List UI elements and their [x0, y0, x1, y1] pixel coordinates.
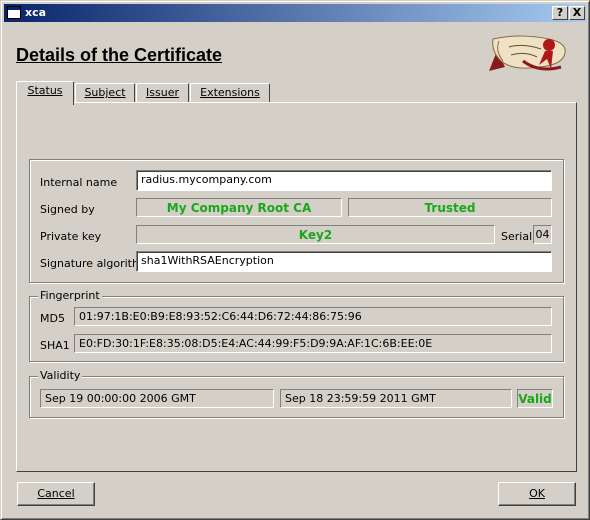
- window-title: xca: [25, 6, 47, 19]
- page-title: Details of the Certificate: [16, 45, 223, 65]
- window-icon: [7, 6, 21, 19]
- internal-name-label: Internal name: [40, 176, 118, 189]
- serial-value: 04: [533, 225, 552, 244]
- trust-status: Trusted: [348, 198, 552, 217]
- tab-issuer[interactable]: Issuer: [136, 83, 189, 103]
- tab-subject-label: Subject: [84, 86, 126, 99]
- sha1-value: E0:FD:30:1F:E8:35:08:D5:E4:AC:44:99:F5:D…: [74, 334, 552, 353]
- tab-extensions[interactable]: Extensions: [190, 83, 270, 103]
- xca-logo: [489, 35, 566, 71]
- tab-issuer-label: Issuer: [146, 86, 179, 99]
- certificate-details-window: xca ? X Details of the Certificate Statu…: [0, 0, 590, 520]
- serial-label: Serial: [501, 230, 533, 243]
- status-tab-panel: Internal name radius.mycompany.com Signe…: [16, 102, 577, 472]
- md5-value: 01:97:1B:E0:B9:E8:93:52:C6:44:D6:72:44:8…: [74, 307, 552, 326]
- tab-subject[interactable]: Subject: [75, 83, 135, 103]
- help-button[interactable]: ?: [552, 6, 568, 20]
- fingerprint-group: Fingerprint MD5 01:97:1B:E0:B9:E8:93:52:…: [29, 289, 564, 362]
- validity-status: Valid: [517, 389, 553, 408]
- internal-name-field[interactable]: radius.mycompany.com: [136, 170, 552, 191]
- signed-by-value: My Company Root CA: [136, 198, 342, 217]
- tab-status-label: Status: [27, 84, 63, 97]
- md5-label: MD5: [40, 312, 65, 325]
- signature-algorithm-label: Signature algorithm: [40, 257, 150, 270]
- title-bar[interactable]: xca ? X: [4, 4, 586, 22]
- private-key-value: Key2: [136, 225, 495, 244]
- details-group: Internal name radius.mycompany.com Signe…: [29, 159, 564, 283]
- validity-group: Validity Sep 19 00:00:00 2006 GMT Sep 18…: [29, 369, 564, 418]
- cancel-button-label: Cancel: [37, 487, 75, 500]
- signature-algorithm-field[interactable]: sha1WithRSAEncryption: [136, 251, 552, 272]
- validity-group-title: Validity: [38, 369, 83, 382]
- cancel-button[interactable]: Cancel: [17, 482, 95, 506]
- ok-button-label: OK: [529, 487, 545, 500]
- close-button[interactable]: X: [569, 6, 585, 20]
- fingerprint-group-title: Fingerprint: [38, 289, 102, 302]
- tab-extensions-label: Extensions: [200, 86, 260, 99]
- signed-by-label: Signed by: [40, 203, 95, 216]
- sha1-label: SHA1: [40, 339, 70, 352]
- ok-button[interactable]: OK: [498, 482, 576, 506]
- not-before-value: Sep 19 00:00:00 2006 GMT: [40, 389, 274, 408]
- not-after-value: Sep 18 23:59:59 2011 GMT: [280, 389, 512, 408]
- private-key-label: Private key: [40, 230, 102, 243]
- tab-status[interactable]: Status: [16, 81, 74, 105]
